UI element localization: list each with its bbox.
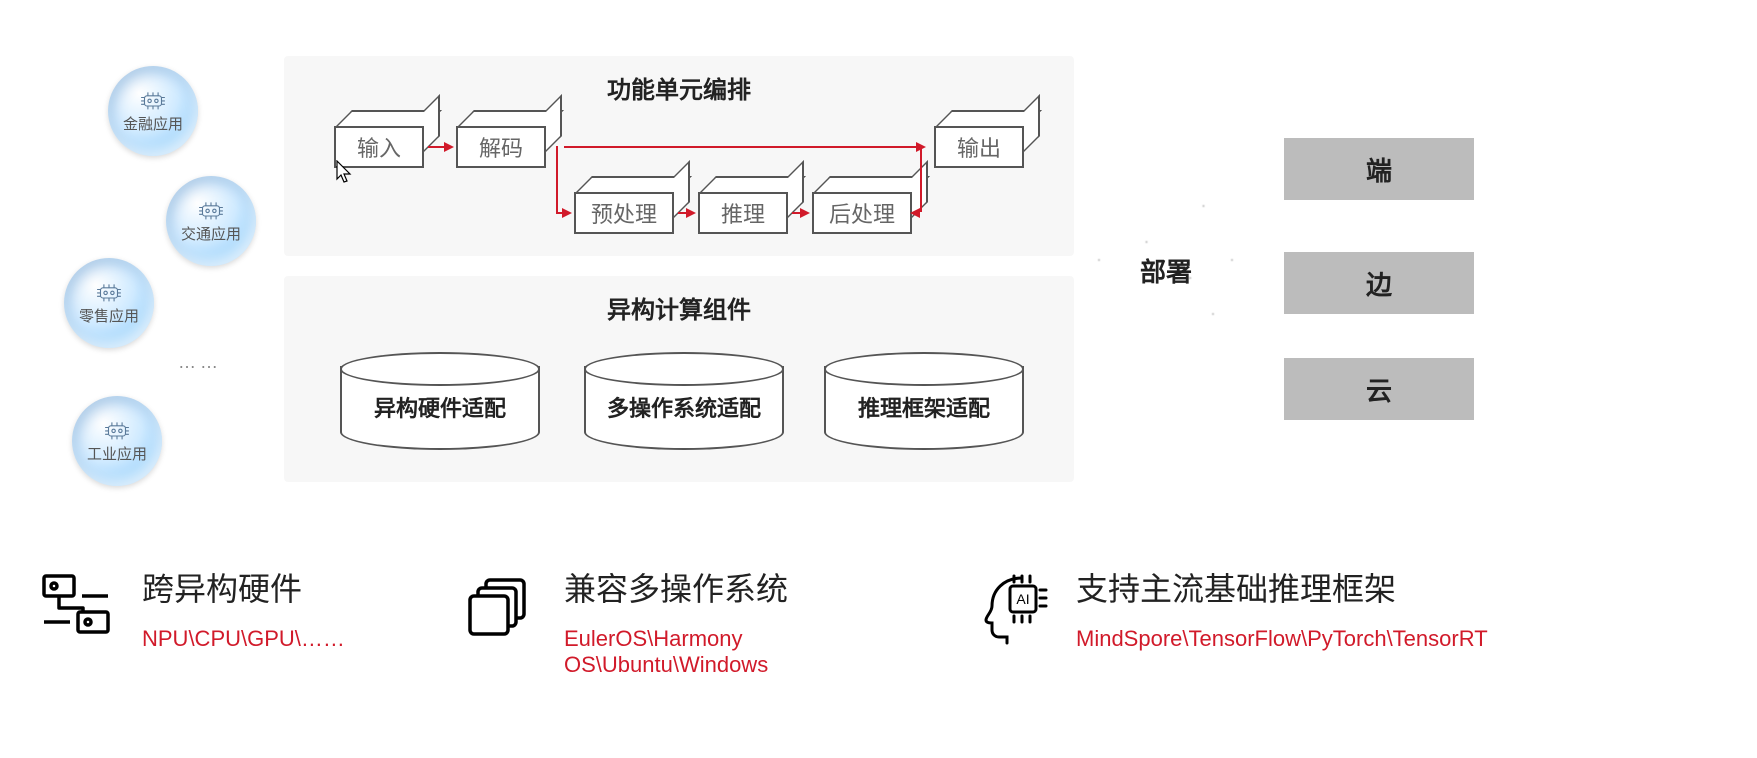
stack-icon xyxy=(458,566,538,646)
feature-hw-title: 跨异构硬件 xyxy=(142,570,345,608)
bubble-ellipsis: …… xyxy=(178,352,222,373)
node-input-label: 输入 xyxy=(357,131,401,163)
node-decode: 解码 xyxy=(456,126,546,168)
node-infer: 推理 xyxy=(698,192,788,234)
cyl-fw-label: 推理框架适配 xyxy=(858,391,990,423)
arrow-decode-output-top xyxy=(564,146,924,148)
cyl-os-label: 多操作系统适配 xyxy=(607,391,761,423)
feature-fw-sub: MindSpore\TensorFlow\PyTorch\TensorRT xyxy=(1076,626,1488,652)
deploy-edge-label: 边 xyxy=(1366,265,1392,302)
chip-icon xyxy=(194,199,228,223)
bubble-traffic-label: 交通应用 xyxy=(181,227,241,244)
cyl-hw: 异构硬件适配 xyxy=(340,352,540,448)
chip-icon xyxy=(100,419,134,443)
panel-hetero-title: 异构计算组件 xyxy=(284,290,1074,325)
cyl-hw-label: 异构硬件适配 xyxy=(374,391,506,423)
panel-orchestration-title: 功能单元编排 xyxy=(284,70,1074,105)
feature-os: 兼容多操作系统 EulerOS\Harmony OS\Ubuntu\Window… xyxy=(458,566,938,678)
bubble-retail: 零售应用 xyxy=(64,258,154,348)
bubble-finance: 金融应用 xyxy=(108,66,198,156)
cyl-os: 多操作系统适配 xyxy=(584,352,784,448)
feature-os-title: 兼容多操作系统 xyxy=(564,570,938,608)
node-decode-label: 解码 xyxy=(479,131,523,163)
feature-os-sub: EulerOS\Harmony OS\Ubuntu\Windows xyxy=(564,626,938,678)
deploy-device-label: 端 xyxy=(1366,151,1392,188)
chip-icon xyxy=(92,281,126,305)
hardware-icon xyxy=(36,566,116,646)
node-infer-label: 推理 xyxy=(721,197,765,229)
arrow-input-decode xyxy=(428,146,452,148)
node-output: 输出 xyxy=(934,126,1024,168)
chip-icon xyxy=(136,89,170,113)
bubble-finance-label: 金融应用 xyxy=(123,117,183,134)
node-output-label: 输出 xyxy=(957,131,1001,163)
feature-fw-title: 支持主流基础推理框架 xyxy=(1076,570,1488,608)
feature-hw-sub: NPU\CPU\GPU\…… xyxy=(142,626,345,652)
bubble-traffic: 交通应用 xyxy=(166,176,256,266)
arrow-to-preprocess xyxy=(556,212,570,214)
feature-fw: AI 支持主流基础推理框架 MindSpore\TensorFlow\PyTor… xyxy=(970,566,1530,652)
feature-hw: 跨异构硬件 NPU\CPU\GPU\…… xyxy=(36,566,436,652)
arrow-pre-to-infer xyxy=(678,212,694,214)
deploy-device: 端 xyxy=(1284,138,1474,200)
arrow-infer-to-post xyxy=(792,212,808,214)
node-input: 输入 xyxy=(334,126,424,168)
ai-head-icon: AI xyxy=(970,566,1050,646)
arrow-branch-down xyxy=(556,146,558,212)
bubble-retail-label: 零售应用 xyxy=(79,309,139,326)
node-preprocess-label: 预处理 xyxy=(591,197,657,229)
svg-text:AI: AI xyxy=(1016,591,1029,607)
deploy-cloud-label: 云 xyxy=(1366,371,1392,408)
deploy-label: 部署 xyxy=(1140,252,1192,289)
node-preprocess: 预处理 xyxy=(574,192,674,234)
arrow-post-join xyxy=(912,212,920,214)
deploy-edge: 边 xyxy=(1284,252,1474,314)
node-postprocess: 后处理 xyxy=(812,192,912,234)
deploy-cloud: 云 xyxy=(1284,358,1474,420)
bubble-industry: 工业应用 xyxy=(72,396,162,486)
node-postprocess-label: 后处理 xyxy=(829,197,895,229)
arrow-branch-up xyxy=(920,146,922,212)
cyl-fw: 推理框架适配 xyxy=(824,352,1024,448)
panel-hetero: 异构计算组件 异构硬件适配 多操作系统适配 推理框架适配 xyxy=(284,276,1074,482)
bubble-industry-label: 工业应用 xyxy=(87,447,147,464)
panel-orchestration: 功能单元编排 输入 解码 输出 预处理 推理 xyxy=(284,56,1074,256)
